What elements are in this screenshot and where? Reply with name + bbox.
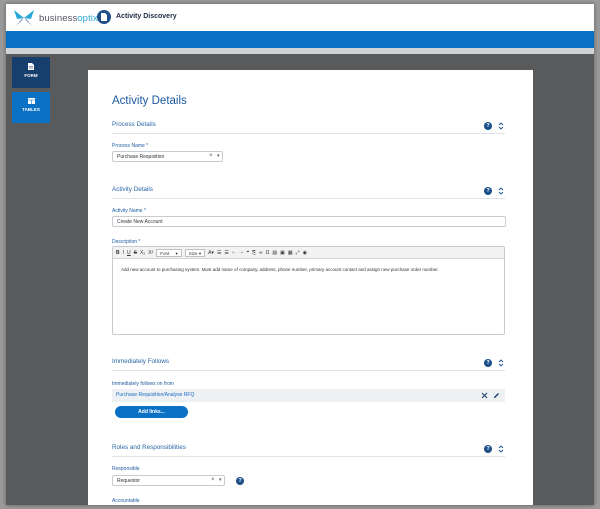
- chevron-down-icon[interactable]: ▾: [217, 153, 220, 159]
- superscript-button[interactable]: X²: [148, 250, 153, 256]
- collapse-chevron-icon[interactable]: [498, 358, 504, 368]
- section-activity-details: Activity Details ?: [112, 185, 505, 199]
- edit-pencil-icon[interactable]: [493, 392, 500, 399]
- process-name-value: Purchase Requisition: [117, 154, 165, 160]
- sidebar: FORM TABLES: [6, 54, 54, 505]
- section-immediately-follows: Immediately Follows ?: [112, 357, 505, 371]
- outdent-icon[interactable]: ⇤: [232, 250, 236, 256]
- clear-icon[interactable]: ×: [211, 477, 215, 483]
- paste-icon[interactable]: ▤: [272, 250, 277, 256]
- app-window: businessoptix Activity Discovery FORM TA…: [6, 4, 594, 505]
- butterfly-logo-icon: [14, 10, 34, 26]
- description-text[interactable]: Add new account to purchasing system. Mu…: [113, 259, 504, 280]
- section-title: Process Details: [112, 121, 156, 128]
- section-title: Activity Details: [112, 186, 153, 193]
- special-char-icon[interactable]: Ω: [266, 250, 270, 256]
- sidebar-item-label: TABLES: [22, 107, 40, 112]
- remove-link-icon[interactable]: [481, 392, 488, 399]
- process-name-select[interactable]: Purchase Requisition × ▾: [112, 151, 223, 162]
- font-dropdown-label: Font: [160, 250, 170, 256]
- header-bar: [6, 31, 594, 48]
- size-dropdown-label: Size: [188, 250, 198, 256]
- activity-name-input[interactable]: Create New Account: [112, 216, 506, 227]
- numbered-list-icon[interactable]: ☰: [217, 250, 221, 256]
- sidebar-item-label: FORM: [24, 73, 38, 78]
- help-icon[interactable]: ?: [484, 122, 492, 130]
- font-dropdown[interactable]: Font ▾: [156, 248, 182, 257]
- responsible-label: Responsible: [112, 466, 140, 472]
- help-icon[interactable]: ?: [484, 187, 492, 195]
- bullet-list-icon[interactable]: ☰: [224, 250, 228, 256]
- editor-toolbar: B I U S X₂ X² Font ▾ Size ▾ A▾ ☰ ☰ ⇤ ⇥ ❝…: [113, 247, 504, 259]
- italic-button[interactable]: I: [123, 250, 124, 256]
- app-title: Activity Discovery: [116, 13, 177, 20]
- size-dropdown[interactable]: Size ▾: [184, 248, 206, 257]
- help-icon[interactable]: ?: [484, 445, 492, 453]
- document-icon: [28, 63, 34, 70]
- source-icon[interactable]: ◉: [303, 250, 307, 256]
- link-icon[interactable]: ∞: [259, 250, 263, 256]
- maximize-icon[interactable]: ⤢: [296, 250, 300, 256]
- form-card: Activity Details Process Details ? Proce…: [88, 70, 533, 505]
- help-icon[interactable]: ?: [236, 477, 244, 485]
- top-bar: businessoptix Activity Discovery: [6, 4, 594, 32]
- chevron-down-icon[interactable]: ▾: [219, 477, 222, 483]
- text-color-icon[interactable]: A▾: [208, 250, 214, 256]
- app-document-icon: [97, 10, 111, 24]
- page-title: Activity Details: [112, 95, 187, 107]
- section-title: Roles and Responsibilities: [112, 444, 186, 451]
- description-editor: B I U S X₂ X² Font ▾ Size ▾ A▾ ☰ ☰ ⇤ ⇥ ❝…: [112, 246, 505, 335]
- table-insert-icon[interactable]: ▦: [288, 250, 293, 256]
- strike-button[interactable]: S: [134, 250, 137, 256]
- sidebar-item-tables[interactable]: TABLES: [12, 92, 50, 123]
- logo-wordmark: businessoptix: [39, 12, 98, 24]
- collapse-chevron-icon[interactable]: [498, 121, 504, 131]
- linked-activity[interactable]: Purchase Requisition/Analyse RFQ: [116, 392, 194, 398]
- bold-button[interactable]: B: [116, 250, 120, 256]
- accountable-label: Accountable: [112, 498, 140, 504]
- header-strip: [6, 48, 594, 54]
- collapse-chevron-icon[interactable]: [498, 186, 504, 196]
- subscript-button[interactable]: X₂: [140, 250, 145, 256]
- sidebar-item-form[interactable]: FORM: [12, 57, 50, 88]
- image-icon[interactable]: ▣: [280, 250, 285, 256]
- responsible-value: Requestor: [117, 478, 141, 484]
- help-icon[interactable]: ?: [484, 359, 492, 367]
- section-title: Immediately Follows: [112, 358, 170, 365]
- table-icon: [27, 98, 35, 104]
- activity-name-label: Activity Name *: [112, 208, 146, 214]
- section-roles-responsibilities: Roles and Responsibilities ?: [112, 443, 505, 457]
- clear-icon[interactable]: ×: [209, 153, 213, 159]
- copy-format-icon[interactable]: ⎘: [252, 250, 256, 256]
- description-label: Description *: [112, 239, 141, 245]
- underline-button[interactable]: U: [127, 250, 131, 256]
- follows-label: Immediately follows on from: [112, 381, 174, 387]
- responsible-select[interactable]: Requestor × ▾: [112, 475, 225, 486]
- section-process-details: Process Details ?: [112, 120, 505, 134]
- link-row: Purchase Requisition/Analyse RFQ: [112, 389, 505, 402]
- indent-icon[interactable]: ⇥: [239, 250, 243, 256]
- blockquote-icon[interactable]: ❝: [246, 250, 249, 256]
- collapse-chevron-icon[interactable]: [498, 444, 504, 454]
- process-name-label: Process Name *: [112, 143, 149, 149]
- logo[interactable]: businessoptix: [12, 8, 98, 28]
- add-links-button[interactable]: Add links...: [115, 406, 188, 418]
